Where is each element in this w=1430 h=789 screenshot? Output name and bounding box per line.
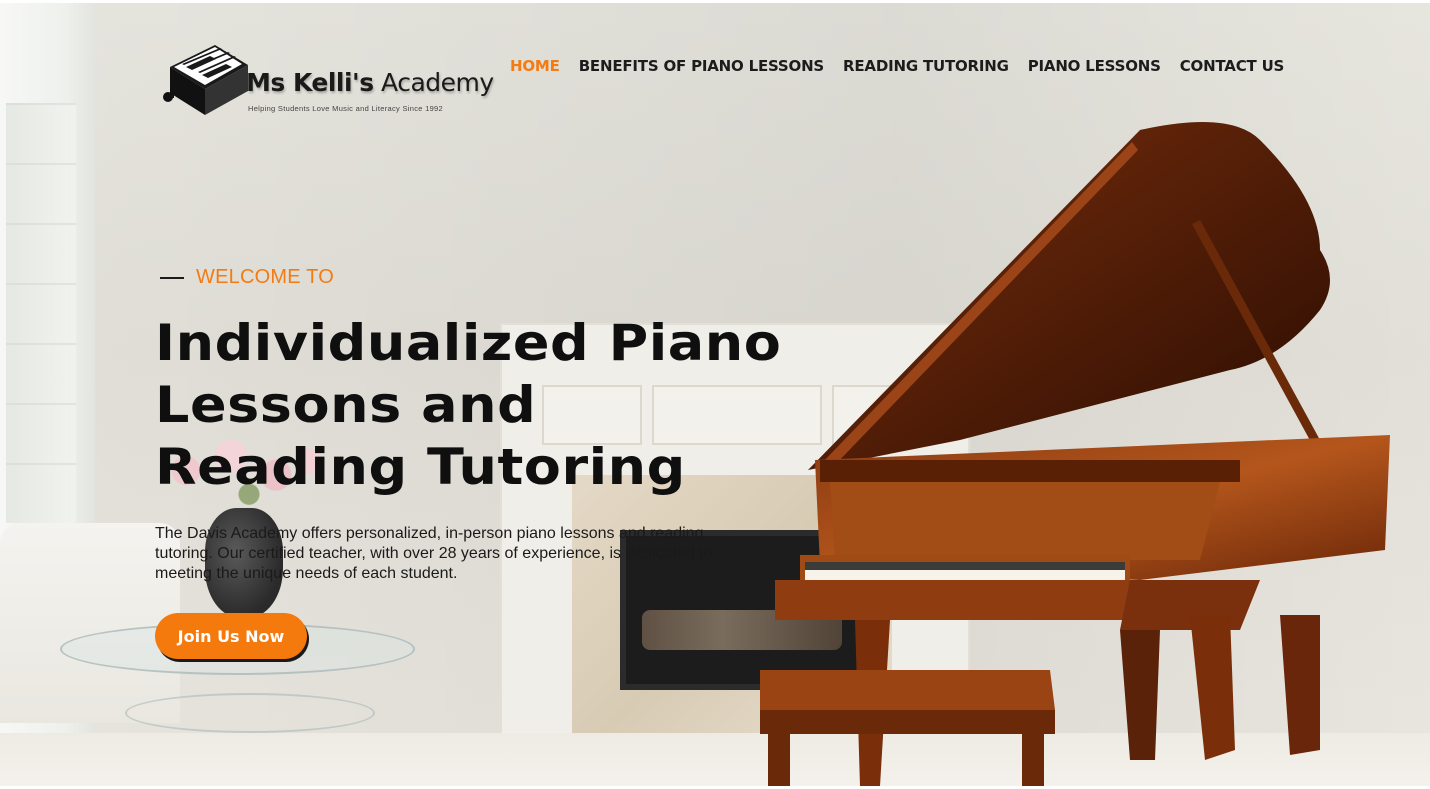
glass-table-shelf [125, 693, 375, 733]
nav-item-home[interactable]: HOME [510, 56, 560, 76]
headline-line: Individualized Piano [155, 314, 782, 372]
piano-box-logo-icon [163, 45, 248, 115]
brand-tagline: Helping Students Love Music and Literacy… [248, 104, 443, 113]
headline-line: Reading Tutoring [155, 438, 686, 496]
hero-eyebrow: WELCOME TO [160, 266, 334, 289]
sofa [0, 523, 180, 723]
grand-piano-image [760, 110, 1400, 786]
nav-item-benefits-of-piano-lessons[interactable]: BENEFITS OF PIANO LESSONS [579, 56, 825, 76]
headline-line: Lessons and [155, 376, 537, 434]
site-logo[interactable]: Ms Kelli's Academy Helping Students Love… [160, 37, 494, 117]
nav-item-contact-us[interactable]: CONTACT US [1180, 56, 1285, 76]
join-us-now-button[interactable]: Join Us Now [155, 613, 307, 659]
nav-item-piano-lessons[interactable]: PIANO LESSONS [1028, 56, 1161, 76]
main-nav: HOME BENEFITS OF PIANO LESSONS READING T… [510, 56, 1284, 76]
hero-headline: Individualized Piano Lessons and Reading… [155, 312, 825, 498]
nav-item-reading-tutoring[interactable]: READING TUTORING [843, 56, 1009, 76]
eyebrow-text: WELCOME TO [196, 266, 334, 288]
dash-line-icon [160, 276, 184, 279]
brand-name: Ms Kelli's Academy [246, 68, 494, 97]
hero-description: The Davis Academy offers personalized, i… [155, 525, 713, 582]
